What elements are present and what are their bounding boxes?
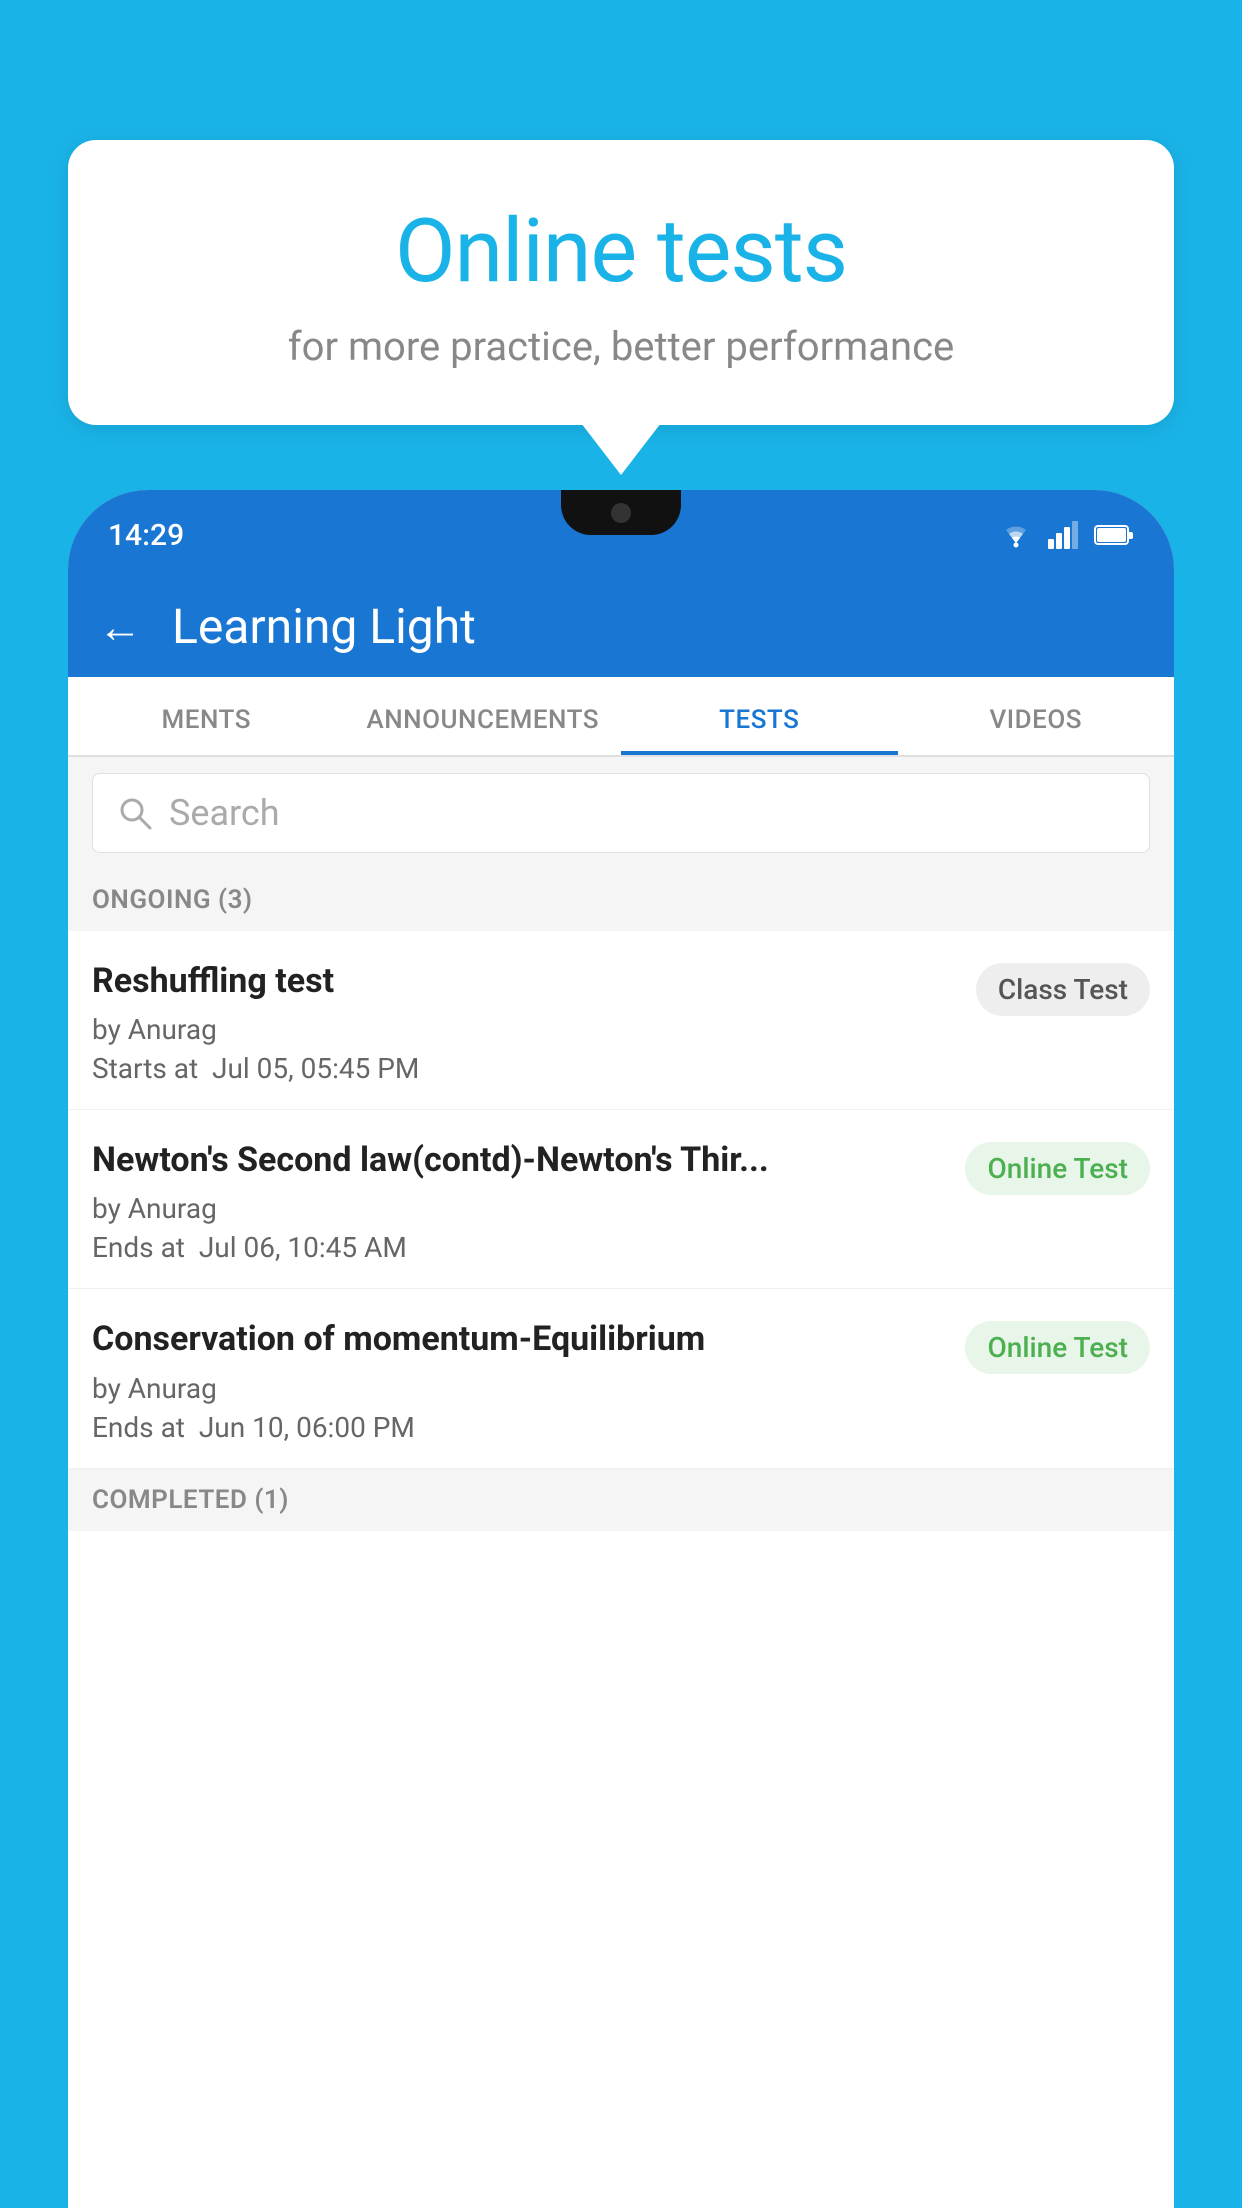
search-placeholder: Search xyxy=(169,792,280,834)
time-label: Ends at xyxy=(92,1231,185,1264)
test-info: Reshuffling test by Anurag Starts at Jul… xyxy=(92,959,976,1085)
time-value: Jun 10, 06:00 PM xyxy=(199,1411,415,1444)
battery-icon xyxy=(1094,523,1134,547)
time-label: Starts at xyxy=(92,1052,198,1085)
test-item[interactable]: Conservation of momentum-Equilibrium by … xyxy=(68,1289,1174,1468)
bubble-subtitle: for more practice, better performance xyxy=(138,323,1104,370)
test-time: Ends at Jul 06, 10:45 AM xyxy=(92,1231,945,1264)
search-bar[interactable]: Search xyxy=(92,773,1150,853)
test-time: Ends at Jun 10, 06:00 PM xyxy=(92,1411,945,1444)
completed-section-header: COMPLETED (1) xyxy=(68,1469,1174,1531)
phone-frame: 14:29 xyxy=(68,490,1174,2208)
tab-ments[interactable]: MENTS xyxy=(68,677,345,755)
test-info: Conservation of momentum-Equilibrium by … xyxy=(92,1317,965,1443)
status-icons xyxy=(998,521,1134,549)
time-value: Jul 06, 10:45 AM xyxy=(199,1231,407,1264)
tab-videos[interactable]: VIDEOS xyxy=(898,677,1175,755)
test-badge-online: Online Test xyxy=(965,1321,1150,1374)
speech-bubble: Online tests for more practice, better p… xyxy=(68,140,1174,425)
test-info: Newton's Second law(contd)-Newton's Thir… xyxy=(92,1138,965,1264)
test-title: Newton's Second law(contd)-Newton's Thir… xyxy=(92,1138,945,1182)
bubble-title: Online tests xyxy=(138,200,1104,303)
speech-bubble-container: Online tests for more practice, better p… xyxy=(68,140,1174,425)
status-bar: 14:29 xyxy=(68,490,1174,580)
phone-screen: 14:29 xyxy=(68,490,1174,2208)
test-by: by Anurag xyxy=(92,1372,945,1405)
test-item[interactable]: Reshuffling test by Anurag Starts at Jul… xyxy=(68,931,1174,1110)
tabs-container: MENTS ANNOUNCEMENTS TESTS VIDEOS xyxy=(68,677,1174,757)
ongoing-section-header: ONGOING (3) xyxy=(68,869,1174,931)
test-item[interactable]: Newton's Second law(contd)-Newton's Thir… xyxy=(68,1110,1174,1289)
signal-icon xyxy=(1046,521,1082,549)
phone-notch xyxy=(561,490,681,535)
test-time: Starts at Jul 05, 05:45 PM xyxy=(92,1052,956,1085)
search-icon xyxy=(117,795,153,831)
test-title: Conservation of momentum-Equilibrium xyxy=(92,1317,945,1361)
test-by: by Anurag xyxy=(92,1192,945,1225)
test-badge-online: Online Test xyxy=(965,1142,1150,1195)
test-title: Reshuffling test xyxy=(92,959,956,1003)
app-title: Learning Light xyxy=(172,598,476,655)
wifi-icon xyxy=(998,521,1034,549)
camera xyxy=(611,503,631,523)
app-background: Online tests for more practice, better p… xyxy=(0,0,1242,2208)
time-value: Jul 05, 05:45 PM xyxy=(212,1052,419,1085)
status-time: 14:29 xyxy=(108,518,184,553)
tab-tests[interactable]: TESTS xyxy=(621,677,898,755)
app-header: ← Learning Light xyxy=(68,580,1174,677)
search-container: Search xyxy=(68,757,1174,869)
tests-list: Reshuffling test by Anurag Starts at Jul… xyxy=(68,931,1174,1469)
time-label: Ends at xyxy=(92,1411,185,1444)
test-badge-class: Class Test xyxy=(976,963,1150,1016)
tab-announcements[interactable]: ANNOUNCEMENTS xyxy=(345,677,622,755)
back-button[interactable]: ← xyxy=(98,601,142,653)
test-by: by Anurag xyxy=(92,1013,956,1046)
